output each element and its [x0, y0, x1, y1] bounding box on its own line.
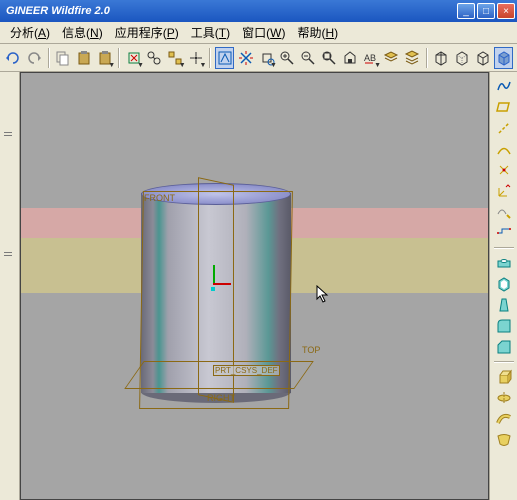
- regenerate-button[interactable]: ▼: [124, 47, 143, 69]
- find-button[interactable]: [145, 47, 164, 69]
- csys-x-axis-icon: [213, 283, 231, 285]
- separator-icon: [48, 48, 50, 68]
- feature-toolbar: [489, 72, 517, 500]
- hole-tool-button[interactable]: [493, 253, 515, 273]
- datum-axis-button[interactable]: [493, 118, 515, 138]
- round-tool-button[interactable]: [493, 316, 515, 336]
- zoom-in-button[interactable]: [278, 47, 297, 69]
- title-bar: GINEER Wildfire 2.0 _ □ ×: [0, 0, 517, 22]
- copy-button[interactable]: [54, 47, 73, 69]
- minimize-button[interactable]: _: [457, 3, 475, 19]
- datum-curve-button[interactable]: [493, 139, 515, 159]
- menu-tools[interactable]: 工具(T): [185, 22, 236, 43]
- extrude-tool-button[interactable]: [493, 367, 515, 387]
- main-toolbar: ▼ ▼ ▼ ▼ ▼ AB▼: [0, 44, 517, 72]
- window-controls: _ □ ×: [457, 3, 515, 19]
- menu-applications[interactable]: 应用程序(P): [109, 22, 185, 43]
- close-button[interactable]: ×: [497, 3, 515, 19]
- layers-stack-button[interactable]: [403, 47, 422, 69]
- csys-z-point-icon: [211, 287, 215, 291]
- workspace: FRONT TOP RIGHT PRT_CSYS_DEF: [0, 72, 517, 500]
- graphics-viewport[interactable]: FRONT TOP RIGHT PRT_CSYS_DEF: [20, 72, 489, 500]
- csys-label: PRT_CSYS_DEF: [213, 365, 280, 376]
- separator-icon: [118, 48, 120, 68]
- separator-icon: [426, 48, 428, 68]
- separator-icon: [209, 48, 211, 68]
- menu-bar: 分析(A) 信息(N) 应用程序(P) 工具(T) 窗口(W) 帮助(H): [0, 22, 517, 44]
- hidden-line-button[interactable]: [453, 47, 472, 69]
- undo-button[interactable]: [4, 47, 23, 69]
- chamfer-tool-button[interactable]: [493, 337, 515, 357]
- sash-grip-icon: [4, 132, 12, 138]
- menu-help[interactable]: 帮助(H): [291, 22, 344, 43]
- sweep-tool-button[interactable]: [493, 409, 515, 429]
- sash-grip-icon: [4, 252, 12, 258]
- layers-button[interactable]: [382, 47, 401, 69]
- draft-tool-button[interactable]: [493, 295, 515, 315]
- datum-plane-button[interactable]: [493, 97, 515, 117]
- paste-special-button[interactable]: ▼: [95, 47, 114, 69]
- menu-info[interactable]: 信息(N): [56, 22, 109, 43]
- coord-sys-button[interactable]: [493, 181, 515, 201]
- menu-analysis[interactable]: 分析(A): [4, 22, 56, 43]
- sketched-curve-button[interactable]: [493, 202, 515, 222]
- datum-front-label: FRONT: [143, 193, 176, 203]
- sketch-spline-button[interactable]: [493, 76, 515, 96]
- zoom-out-button[interactable]: [299, 47, 318, 69]
- no-hidden-button[interactable]: [473, 47, 492, 69]
- separator-icon: [494, 247, 514, 249]
- shaded-button[interactable]: [494, 47, 513, 69]
- sketch-view-button[interactable]: [215, 47, 234, 69]
- csys-y-axis-icon: [213, 265, 215, 283]
- menu-window[interactable]: 窗口(W): [236, 22, 291, 43]
- shell-tool-button[interactable]: [493, 274, 515, 294]
- separator-icon: [494, 361, 514, 363]
- select-filter-button[interactable]: ▼: [166, 47, 185, 69]
- analysis-button[interactable]: [493, 223, 515, 243]
- refit-button[interactable]: [320, 47, 339, 69]
- paste-button[interactable]: [74, 47, 93, 69]
- select-items-button[interactable]: ▼: [187, 47, 206, 69]
- wireframe-button[interactable]: [432, 47, 451, 69]
- spin-center-button[interactable]: [236, 47, 255, 69]
- window-title: GINEER Wildfire 2.0: [2, 5, 110, 17]
- orient-button[interactable]: ▼: [257, 47, 276, 69]
- left-sash[interactable]: [0, 72, 20, 500]
- datum-right-label: RIGHT: [206, 393, 236, 403]
- datum-top-label: TOP: [301, 345, 321, 355]
- repaint-button[interactable]: [340, 47, 359, 69]
- datum-point-button[interactable]: [493, 160, 515, 180]
- revolve-tool-button[interactable]: [493, 388, 515, 408]
- blend-tool-button[interactable]: [493, 430, 515, 450]
- annotate-button[interactable]: AB▼: [361, 47, 380, 69]
- redo-button[interactable]: [25, 47, 44, 69]
- maximize-button[interactable]: □: [477, 3, 495, 19]
